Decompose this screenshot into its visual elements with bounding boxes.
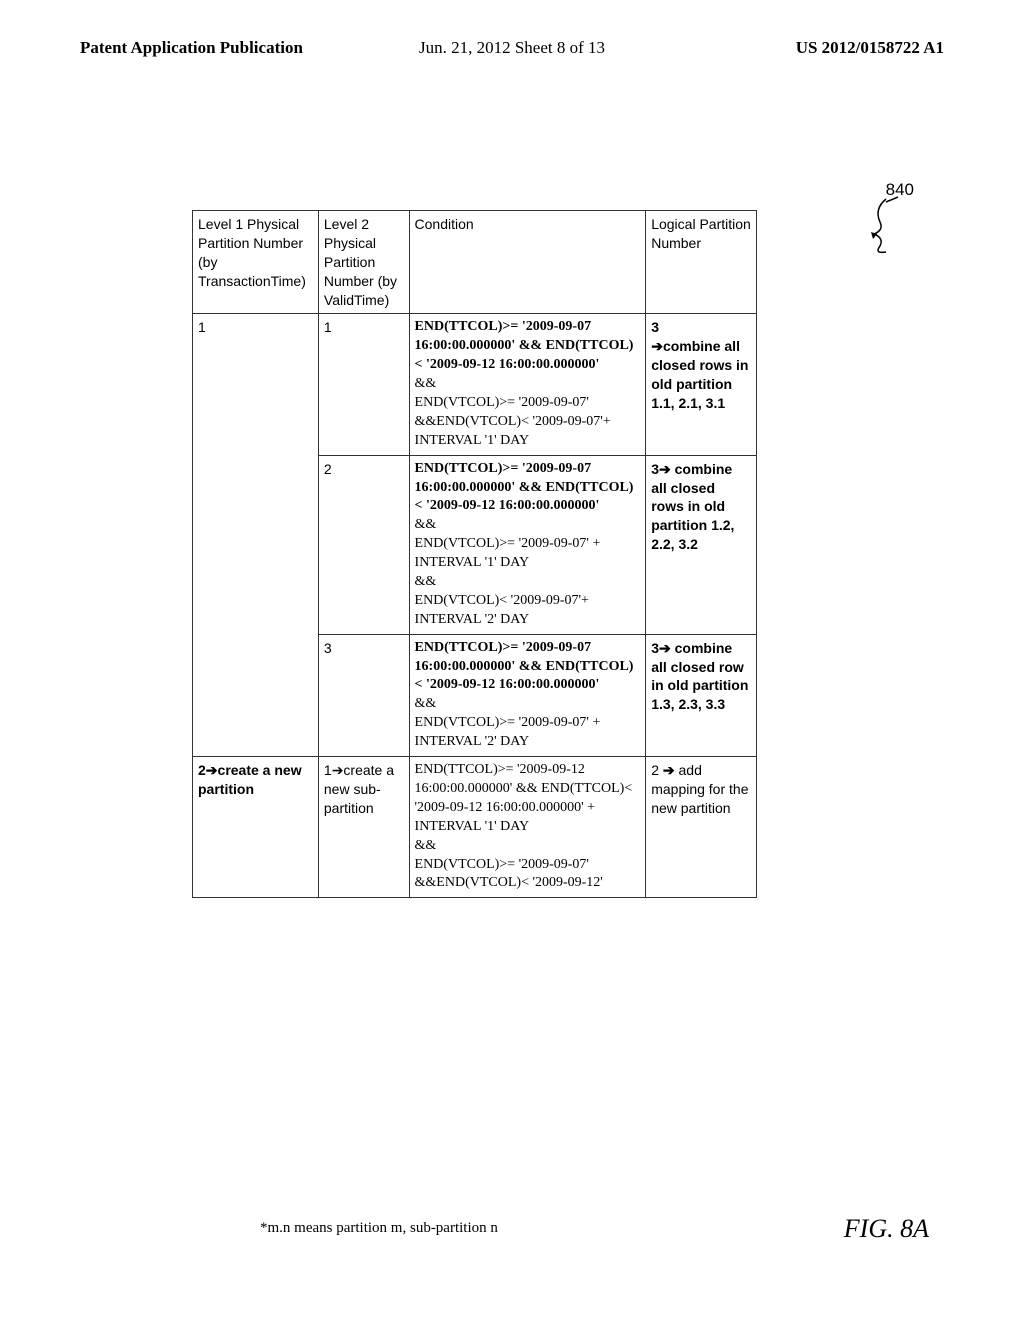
cond-plain: END(VTCOL)< '2009-09-07'+ INTERVAL '2' D… (415, 593, 589, 627)
cond-amp: && (415, 376, 437, 391)
cell-level2: 1➔create a new sub-partition (318, 757, 409, 898)
arrow-icon: ➔ (659, 640, 671, 656)
logical-num: 2 (651, 762, 663, 778)
cond-plain: END(VTCOL)>= '2009-09-07' &&END(VTCOL)< … (415, 857, 603, 891)
cell-condition: END(TTCOL)>= '2009-09-07 16:00:00.000000… (409, 455, 646, 634)
header-col4: Logical Partition Number (646, 211, 757, 314)
cell-logical: 3➔ combine all closed row in old partiti… (646, 634, 757, 756)
logical-text: combine all closed rows in old partition… (651, 338, 748, 411)
cond-plain: END(TTCOL)>= '2009-09-12 16:00:00.000000… (415, 762, 633, 834)
arrow-icon: ➔ (206, 762, 218, 778)
cond-amp: && (415, 574, 437, 589)
arrow-icon: ➔ (651, 338, 663, 354)
arrow-icon: ➔ (332, 762, 344, 778)
table-row: 1 1 END(TTCOL)>= '2009-09-07 16:00:00.00… (193, 314, 757, 455)
cell-level1: 2➔create a new partition (193, 757, 319, 898)
cond-plain: END(VTCOL)>= '2009-09-07' + INTERVAL '2'… (415, 715, 601, 749)
cell-condition: END(TTCOL)>= '2009-09-12 16:00:00.000000… (409, 757, 646, 898)
page-header: Patent Application Publication Jun. 21, … (0, 38, 1024, 58)
header-right: US 2012/0158722 A1 (796, 38, 944, 58)
cond-amp: && (415, 696, 437, 711)
brace-icon (866, 194, 906, 254)
figure-label: FIG. 8A (844, 1214, 929, 1244)
cond-plain: END(VTCOL)>= '2009-09-07' + INTERVAL '1'… (415, 536, 601, 570)
cell-condition: END(TTCOL)>= '2009-09-07 16:00:00.000000… (409, 314, 646, 455)
cond-amp: && (415, 517, 437, 532)
cell-level2: 1 (318, 314, 409, 455)
arrow-icon: ➔ (659, 461, 671, 477)
header-left: Patent Application Publication (80, 38, 303, 57)
l1-num: 2 (198, 762, 206, 778)
cell-logical: 3 ➔combine all closed rows in old partit… (646, 314, 757, 455)
reference-numeral: 840 (886, 180, 914, 200)
footnote: *m.n means partition m, sub-partition n (260, 1220, 498, 1237)
cell-level2: 2 (318, 455, 409, 634)
cell-level2: 3 (318, 634, 409, 756)
cell-logical: 3➔ combine all closed rows in old partit… (646, 455, 757, 634)
cond-amp: && (415, 838, 437, 853)
table-row: 2➔create a new partition 1➔create a new … (193, 757, 757, 898)
cond-bold: END(TTCOL)>= '2009-09-07 16:00:00.000000… (415, 640, 634, 693)
partition-table: Level 1 Physical Partition Number (by Tr… (192, 210, 757, 898)
cell-logical: 2 ➔ add mapping for the new partition (646, 757, 757, 898)
l2-num: 1 (324, 762, 332, 778)
header-col2: Level 2 Physical Partition Number (by Va… (318, 211, 409, 314)
logical-num: 3 (651, 640, 659, 656)
cond-plain: END(VTCOL)>= '2009-09-07' &&END(VTCOL)< … (415, 395, 611, 448)
logical-num: 3 (651, 319, 659, 335)
header-center: Jun. 21, 2012 Sheet 8 of 13 (419, 38, 605, 58)
table-container: Level 1 Physical Partition Number (by Tr… (192, 210, 757, 898)
cell-condition: END(TTCOL)>= '2009-09-07 16:00:00.000000… (409, 634, 646, 756)
arrow-icon: ➔ (663, 762, 675, 778)
cell-level1: 1 (193, 314, 319, 757)
cond-bold: END(TTCOL)>= '2009-09-07 16:00:00.000000… (415, 461, 634, 514)
logical-num: 3 (651, 461, 659, 477)
header-col3: Condition (409, 211, 646, 314)
header-col1: Level 1 Physical Partition Number (by Tr… (193, 211, 319, 314)
table-header-row: Level 1 Physical Partition Number (by Tr… (193, 211, 757, 314)
cond-bold: END(TTCOL)>= '2009-09-07 16:00:00.000000… (415, 319, 634, 372)
